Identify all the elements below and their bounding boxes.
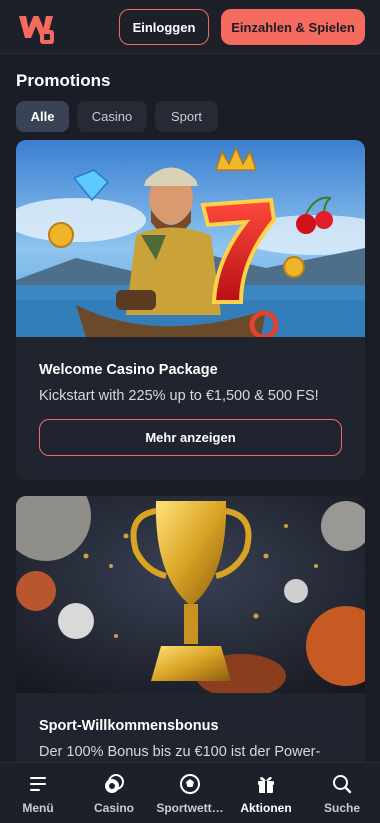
filter-alle[interactable]: Alle xyxy=(16,101,69,132)
promotion-title: Sport-Willkommensbonus xyxy=(39,718,219,734)
gift-icon xyxy=(258,777,274,793)
sport-promo-image[interactable] xyxy=(16,496,365,693)
promotion-title: Welcome Casino Package xyxy=(39,362,218,378)
nav-sports[interactable]: Sportwett… xyxy=(152,763,228,823)
show-more-button[interactable]: Mehr anzeigen xyxy=(39,419,342,456)
promotion-filters: Alle Casino Sport xyxy=(16,101,218,132)
search-icon xyxy=(333,775,352,794)
filter-sport[interactable]: Sport xyxy=(155,101,218,132)
nav-menu[interactable]: Menü xyxy=(0,763,76,823)
top-header: Einloggen Einzahlen & Spielen xyxy=(0,0,380,54)
bottom-navigation: Menü Casino Sportwett… Aktionen Suche xyxy=(0,762,380,823)
promotion-description: Kickstart with 225% up to €1,500 & 500 F… xyxy=(39,388,319,404)
casino-chips-icon xyxy=(105,774,124,793)
nav-label: Casino xyxy=(93,801,134,815)
brand-logo-icon[interactable] xyxy=(16,10,56,44)
casino-promo-image[interactable] xyxy=(16,140,365,337)
nav-promotions[interactable]: Aktionen xyxy=(228,763,304,823)
promotion-description: Der 100% Bonus bis zu €100 ist der Power… xyxy=(39,744,321,760)
nav-casino[interactable]: Casino xyxy=(76,763,152,823)
menu-icon xyxy=(30,777,46,791)
soccer-ball-icon xyxy=(180,774,200,794)
nav-label: Aktionen xyxy=(240,801,292,815)
nav-label: Sportwett… xyxy=(156,801,224,815)
deposit-and-play-button[interactable]: Einzahlen & Spielen xyxy=(221,9,365,45)
promotion-card-casino: Welcome Casino Package Kickstart with 22… xyxy=(16,140,365,480)
filter-casino[interactable]: Casino xyxy=(77,101,147,132)
nav-label: Menü xyxy=(22,801,54,815)
nav-search[interactable]: Suche xyxy=(304,763,380,823)
page: Einloggen Einzahlen & Spielen Promotions… xyxy=(0,0,380,823)
page-title: Promotions xyxy=(16,71,111,90)
login-button[interactable]: Einloggen xyxy=(119,9,209,45)
nav-label: Suche xyxy=(323,801,360,815)
